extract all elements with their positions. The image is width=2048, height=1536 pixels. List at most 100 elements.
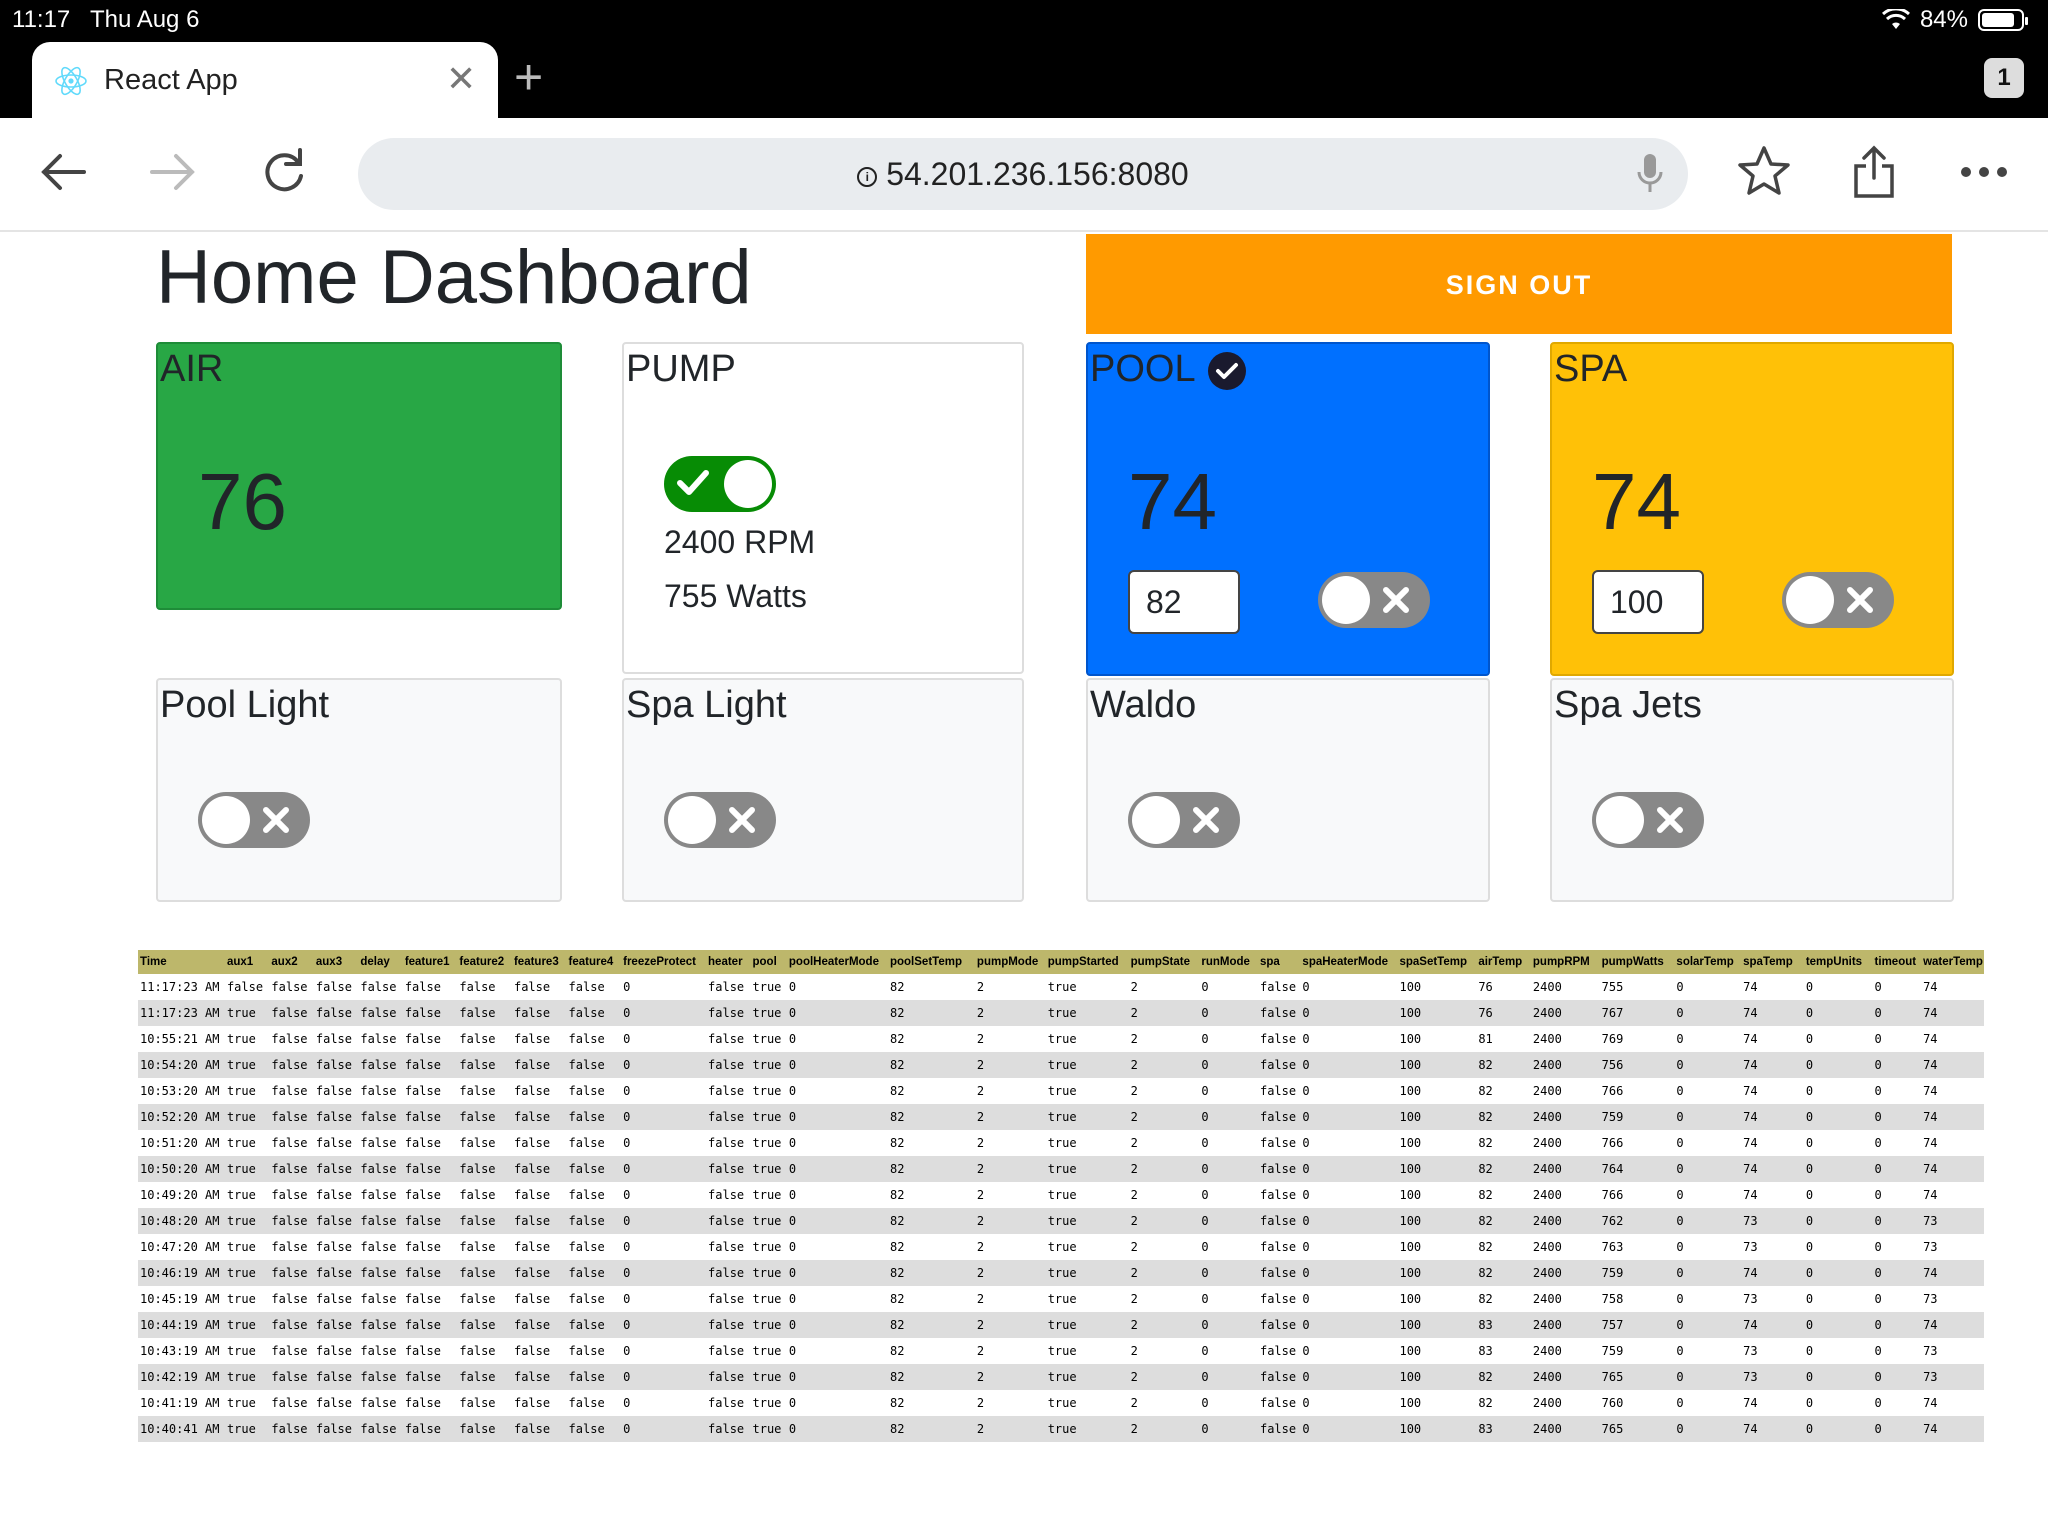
table-cell: true (1047, 1396, 1077, 1410)
table-cell: 10:47:20 AM (140, 1240, 220, 1254)
table-cell: 74 (1923, 980, 1938, 994)
table-cell: 74 (1923, 1084, 1938, 1098)
bookmark-star-icon[interactable] (1734, 142, 1794, 202)
pool-temperature: 74 (1128, 457, 1217, 546)
table-cell: 759 (1599, 1260, 1675, 1286)
close-tab-icon[interactable]: ✕ (446, 58, 476, 100)
tab-count-button[interactable]: 1 (1984, 58, 2024, 98)
status-right: 84% (1881, 6, 2028, 34)
pump-toggle[interactable] (664, 456, 776, 512)
table-cell: 2400 (1530, 1208, 1600, 1234)
table-cell: false (315, 980, 352, 994)
spa-jets-toggle[interactable] (1592, 792, 1704, 848)
back-arrow-icon[interactable] (34, 142, 94, 202)
table-cell: false (513, 1240, 551, 1254)
table-cell: 0 (1805, 1084, 1814, 1098)
forward-arrow-icon[interactable] (142, 142, 202, 202)
table-cell: true (750, 1312, 787, 1338)
page-content: Home Dashboard SIGN OUT AIR 76 PUMP 2400… (0, 232, 2048, 1536)
table-cell: 100 (1399, 1292, 1422, 1306)
table-cell: 0 (788, 980, 797, 994)
table-row: 10:40:41 AM true false false false false false… (138, 1416, 1984, 1442)
table-cell: false (358, 1104, 403, 1130)
url-value: 54.201.236.156:8080 (886, 156, 1189, 192)
table-cell: false (708, 1344, 745, 1358)
table-cell: 765 (1599, 1416, 1675, 1442)
waldo-toggle[interactable] (1128, 792, 1240, 848)
reload-icon[interactable] (254, 142, 314, 202)
spa-set-temp-input[interactable]: 100 (1592, 570, 1704, 634)
table-cell: 74 (1923, 1396, 1938, 1410)
table-cell: false (358, 1208, 403, 1234)
spa-light-toggle[interactable] (664, 792, 776, 848)
table-cell: 73 (1741, 1364, 1804, 1390)
table-cell: 0 (1199, 1416, 1258, 1442)
table-cell: 0 (623, 1136, 631, 1150)
column-header: pumpRPM (1530, 950, 1600, 974)
more-options-icon[interactable] (1954, 142, 2014, 202)
table-cell: true (224, 1416, 270, 1442)
table-cell: false (402, 1260, 458, 1286)
table-cell: 10:46:19 AM (138, 1260, 225, 1286)
column-header: feature3 (511, 950, 567, 974)
share-icon[interactable] (1844, 142, 1904, 202)
microphone-icon[interactable] (1636, 152, 1664, 196)
column-header: feature4 (566, 950, 622, 974)
table-cell: 2 (1130, 1240, 1138, 1254)
table-cell: 82 (889, 1396, 905, 1410)
table-cell: 82 (1476, 1052, 1531, 1078)
pool-toggle[interactable] (1318, 572, 1430, 628)
table-cell: 0 (1803, 1052, 1873, 1078)
table-cell: 2400 (1530, 1104, 1600, 1130)
table-cell: true (752, 1136, 782, 1150)
table-cell: 74 (1743, 1188, 1758, 1202)
table-cell: 0 (1805, 980, 1814, 994)
new-tab-icon[interactable]: + (514, 52, 543, 102)
table-cell: 0 (1300, 1208, 1398, 1234)
table-cell: true (1047, 1032, 1077, 1046)
table-cell: 2 (974, 1208, 1046, 1234)
table-cell: false (1257, 1156, 1301, 1182)
table-cell: 2 (976, 1396, 985, 1410)
table-cell: 0 (788, 1136, 797, 1150)
table-cell: 763 (1601, 1240, 1624, 1254)
table-cell: 2 (1130, 1188, 1138, 1202)
table-cell: 0 (1199, 1104, 1258, 1130)
table-cell: false (404, 1136, 441, 1150)
table-cell: 0 (621, 1000, 707, 1026)
table-cell: 74 (1743, 1084, 1758, 1098)
address-bar[interactable]: i 54.201.236.156:8080 (358, 138, 1688, 210)
table-cell: false (1259, 980, 1297, 994)
table-cell: false (315, 1344, 352, 1358)
table-cell: 10:41:19 AM (140, 1396, 220, 1410)
table-cell: 2 (1128, 1208, 1200, 1234)
spa-toggle[interactable] (1782, 572, 1894, 628)
table-cell: false (402, 1104, 458, 1130)
table-cell: 100 (1399, 980, 1422, 994)
table-cell: 766 (1601, 1188, 1624, 1202)
table-cell: 0 (786, 1208, 888, 1234)
close-icon (263, 807, 289, 833)
table-cell: true (1047, 1344, 1077, 1358)
status-time: 11:17 (12, 6, 71, 33)
browser-tab[interactable]: React App ✕ (32, 42, 498, 118)
table-cell: false (568, 1396, 605, 1410)
react-icon (55, 66, 87, 96)
table-cell: 0 (1805, 1136, 1814, 1150)
table-cell: 0 (1676, 1188, 1684, 1202)
pool-set-temp-input[interactable]: 82 (1128, 570, 1240, 634)
table-cell: 2400 (1532, 1032, 1562, 1046)
table-cell: 0 (1201, 1344, 1209, 1358)
pool-light-toggle[interactable] (198, 792, 310, 848)
table-cell: 2 (1130, 1032, 1138, 1046)
table-cell: false (402, 1052, 458, 1078)
table-cell: 0 (621, 1052, 707, 1078)
column-header: Time (138, 950, 225, 974)
table-row: 11:17:23 AM true false false false false false… (138, 1000, 1984, 1026)
table-cell: 0 (788, 1240, 797, 1254)
table-cell: 0 (1674, 1000, 1742, 1026)
table-cell: true (750, 1260, 787, 1286)
table-cell: false (708, 1240, 745, 1254)
table-row: 10:55:21 AM true false false false false false… (138, 1026, 1984, 1052)
sign-out-button[interactable]: SIGN OUT (1086, 234, 1952, 334)
